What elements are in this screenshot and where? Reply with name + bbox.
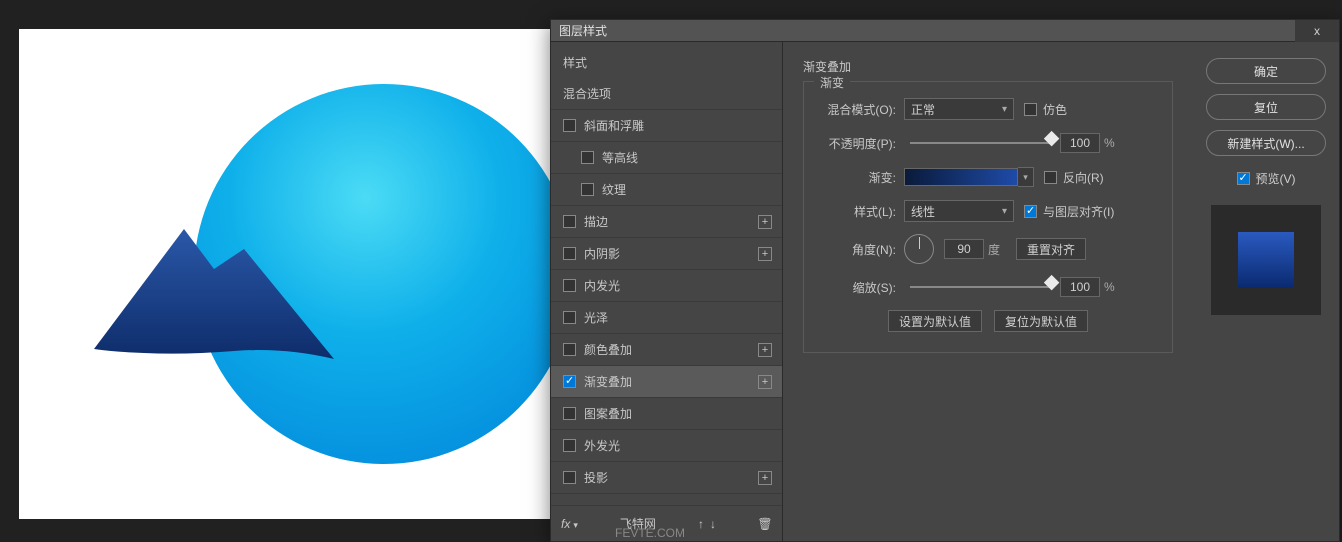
watermark-url: FEVTE.COM [615,526,685,540]
inner-glow-checkbox[interactable] [563,279,576,292]
fx-icon[interactable]: fx▾ [561,517,578,531]
blending-options-row[interactable]: 混合选项 [551,78,782,110]
bevel-checkbox[interactable] [563,119,576,132]
reverse-checkbox[interactable] [1044,171,1057,184]
gradient-overlay-row[interactable]: 渐变叠加+ [551,366,782,398]
angle-dial[interactable] [904,234,934,264]
dither-checkbox[interactable] [1024,103,1037,116]
scale-slider[interactable] [910,286,1050,288]
styles-list-column: 样式 混合选项 斜面和浮雕 等高线 纹理 描边+ 内阴影+ 内发光 光泽 颜色叠… [551,42,783,541]
group-legend: 渐变 [814,74,850,91]
angle-input[interactable]: 90 [944,239,984,259]
preview-checkbox-label[interactable]: 预览(V) [1237,170,1296,187]
move-up-icon[interactable]: ↑ [698,517,704,531]
dialog-titlebar[interactable]: 图层样式 x [551,20,1339,42]
set-default-button[interactable]: 设置为默认值 [888,310,982,332]
reset-default-button[interactable]: 复位为默认值 [994,310,1088,332]
align-checkbox[interactable] [1024,205,1037,218]
outer-glow-row[interactable]: 外发光 [551,430,782,462]
new-style-button[interactable]: 新建样式(W)... [1206,130,1326,156]
color-overlay-add-icon[interactable]: + [758,343,772,357]
blend-mode-label: 混合模式(O): [818,101,904,118]
inner-shadow-add-icon[interactable]: + [758,247,772,261]
contour-row[interactable]: 等高线 [551,142,782,174]
style-label: 样式(L): [818,203,904,220]
outer-glow-checkbox[interactable] [563,439,576,452]
inner-shadow-row[interactable]: 内阴影+ [551,238,782,270]
reset-align-button[interactable]: 重置对齐 [1016,238,1086,260]
inner-glow-row[interactable]: 内发光 [551,270,782,302]
drop-shadow-checkbox[interactable] [563,471,576,484]
gradient-swatch[interactable] [904,168,1018,186]
pattern-overlay-row[interactable]: 图案叠加 [551,398,782,430]
satin-row[interactable]: 光泽 [551,302,782,334]
angle-label: 角度(N): [818,241,904,258]
texture-checkbox[interactable] [581,183,594,196]
move-down-icon[interactable]: ↓ [710,517,716,531]
align-checkbox-label[interactable]: 与图层对齐(I) [1024,203,1114,220]
stroke-row[interactable]: 描边+ [551,206,782,238]
stroke-checkbox[interactable] [563,215,576,228]
reset-button[interactable]: 复位 [1206,94,1326,120]
actions-column: 确定 复位 新建样式(W)... 预览(V) [1193,42,1339,541]
canvas-document [19,29,551,519]
settings-panel: 渐变叠加 渐变 混合模式(O): 正常 仿色 不透明度(P): 100 % 渐变… [783,42,1193,541]
dither-checkbox-label[interactable]: 仿色 [1024,101,1067,118]
scale-input[interactable]: 100 [1060,277,1100,297]
color-overlay-row[interactable]: 颜色叠加+ [551,334,782,366]
close-button[interactable]: x [1295,20,1339,42]
gradient-fieldset: 渐变 混合模式(O): 正常 仿色 不透明度(P): 100 % 渐变: ▾ 反 [803,81,1173,353]
drop-shadow-row[interactable]: 投影+ [551,462,782,494]
gradient-picker-dropdown[interactable]: ▾ [1018,167,1034,187]
inner-shadow-checkbox[interactable] [563,247,576,260]
dialog-title: 图层样式 [551,22,607,39]
opacity-slider[interactable] [910,142,1050,144]
opacity-label: 不透明度(P): [818,135,904,152]
contour-checkbox[interactable] [581,151,594,164]
scale-label: 缩放(S): [818,279,904,296]
reverse-checkbox-label[interactable]: 反向(R) [1044,169,1104,186]
pattern-overlay-checkbox[interactable] [563,407,576,420]
gradient-overlay-add-icon[interactable]: + [758,375,772,389]
stroke-add-icon[interactable]: + [758,215,772,229]
satin-checkbox[interactable] [563,311,576,324]
color-overlay-checkbox[interactable] [563,343,576,356]
blend-mode-dropdown[interactable]: 正常 [904,98,1014,120]
style-dropdown[interactable]: 线性 [904,200,1014,222]
drop-shadow-add-icon[interactable]: + [758,471,772,485]
styles-header: 样式 [551,52,782,78]
section-title: 渐变叠加 [803,58,1173,75]
opacity-input[interactable]: 100 [1060,133,1100,153]
bevel-emboss-row[interactable]: 斜面和浮雕 [551,110,782,142]
trash-icon[interactable]: 🗑 [758,517,772,531]
mountain-shape [84,219,344,379]
preview-checkbox[interactable] [1237,172,1250,185]
gradient-label: 渐变: [818,169,904,186]
layer-style-dialog: 图层样式 x 样式 混合选项 斜面和浮雕 等高线 纹理 描边+ 内阴影+ 内发光… [550,19,1340,542]
texture-row[interactable]: 纹理 [551,174,782,206]
preview-swatch [1211,205,1321,315]
gradient-overlay-checkbox[interactable] [563,375,576,388]
ok-button[interactable]: 确定 [1206,58,1326,84]
